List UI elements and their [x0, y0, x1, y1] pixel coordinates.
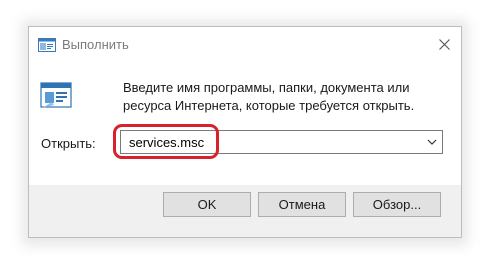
close-button[interactable]: [427, 27, 461, 61]
open-label: Открыть:: [41, 136, 96, 151]
run-dialog-icon: [38, 38, 56, 52]
title-bar[interactable]: Выполнить: [29, 27, 461, 63]
close-icon: [438, 38, 450, 50]
stage: Выполнить Введите имя программы, папки, …: [0, 0, 488, 264]
chevron-down-icon[interactable]: [426, 136, 438, 148]
ok-button[interactable]: OK: [163, 192, 251, 217]
run-icon: [40, 82, 72, 108]
dialog-description: Введите имя программы, папки, документа …: [123, 80, 415, 113]
cancel-button[interactable]: Отмена: [258, 192, 346, 217]
open-combobox[interactable]: services.msc: [120, 130, 443, 154]
window-title: Выполнить: [62, 37, 129, 52]
run-dialog: Выполнить Введите имя программы, папки, …: [28, 26, 462, 238]
browse-button[interactable]: Обзор...: [353, 192, 441, 217]
dialog-content: Введите имя программы, папки, документа …: [29, 63, 461, 185]
open-input[interactable]: services.msc: [129, 135, 204, 150]
